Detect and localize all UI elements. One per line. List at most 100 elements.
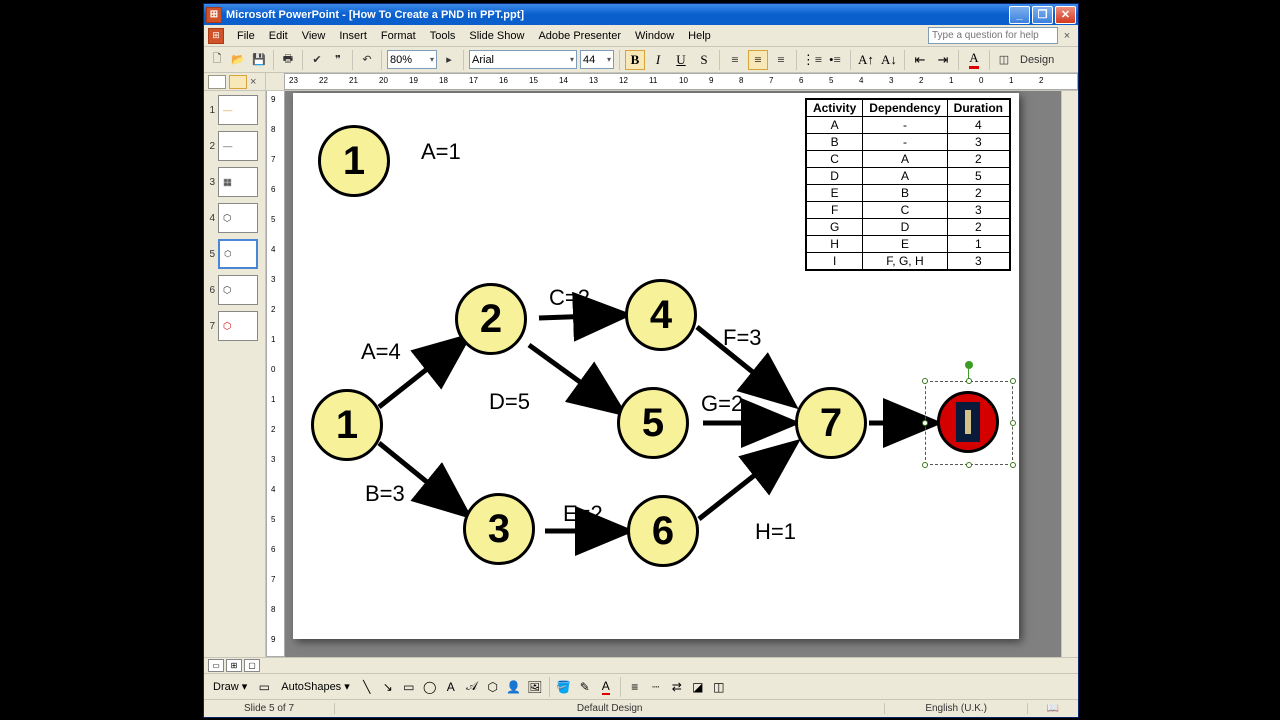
undo-button[interactable]: ↶: [358, 51, 376, 69]
edge-label-C[interactable]: C=2: [549, 285, 590, 311]
menu-edit[interactable]: Edit: [262, 27, 295, 45]
fill-color-button[interactable]: 🪣: [555, 678, 573, 696]
legend-label[interactable]: A=1: [421, 139, 461, 165]
align-left-button[interactable]: ≡: [725, 50, 745, 70]
slide-thumbnail-row[interactable]: 6⬡: [207, 275, 262, 305]
save-button[interactable]: 💾: [250, 51, 268, 69]
slide-thumbnail-row[interactable]: 3▦: [207, 167, 262, 197]
activity-table[interactable]: Activity Dependency Duration A-4B-3CA2DA…: [805, 98, 1011, 271]
bulleted-list-button[interactable]: •≡: [825, 50, 845, 70]
dash-style-button[interactable]: ┈: [647, 678, 665, 696]
slide-thumbnail-row[interactable]: 4⬡: [207, 203, 262, 233]
arrow-style-button[interactable]: ⇄: [668, 678, 686, 696]
slide-thumbnail-row[interactable]: 5⬡: [207, 239, 262, 269]
node-1[interactable]: 1: [311, 389, 383, 461]
menu-insert[interactable]: Insert: [332, 27, 374, 45]
help-pane-close-icon[interactable]: ×: [1060, 30, 1074, 42]
shadow-style-button[interactable]: ◪: [689, 678, 707, 696]
font-combo[interactable]: Arial▾: [469, 50, 577, 69]
node-2[interactable]: 2: [455, 283, 527, 355]
edge-label-A[interactable]: A=4: [361, 339, 401, 365]
slide-thumbnail-row[interactable]: 1—: [207, 95, 262, 125]
underline-button[interactable]: U: [671, 50, 691, 70]
open-button[interactable]: 📂: [229, 51, 247, 69]
italic-button[interactable]: I: [648, 50, 668, 70]
minimize-button[interactable]: _: [1009, 6, 1030, 24]
align-right-button[interactable]: ≡: [771, 50, 791, 70]
menu-slideshow[interactable]: Slide Show: [462, 27, 531, 45]
oval-tool-button[interactable]: ◯: [421, 678, 439, 696]
line-style-button[interactable]: ≡: [626, 678, 644, 696]
slide-thumbnail[interactable]: ⬡: [218, 203, 258, 233]
increase-font-button[interactable]: A↑: [856, 50, 876, 70]
slides-tab[interactable]: [229, 75, 247, 89]
legend-node[interactable]: 1: [318, 125, 390, 197]
edge-label-H[interactable]: H=1: [755, 519, 796, 545]
diagram-button[interactable]: ⬡: [484, 678, 502, 696]
outline-tab[interactable]: [208, 75, 226, 89]
vertical-ruler[interactable]: 9876543210123456789: [266, 91, 285, 657]
edge-label-G[interactable]: G=2: [701, 391, 743, 417]
increase-indent-button[interactable]: ⇥: [933, 50, 953, 70]
status-spellcheck-icon[interactable]: 📖: [1028, 703, 1078, 714]
menu-help[interactable]: Help: [681, 27, 718, 45]
toolbar-options-button[interactable]: ▸: [440, 51, 458, 69]
textbox-tool-button[interactable]: A: [442, 678, 460, 696]
zoom-combo[interactable]: 80%▾: [387, 50, 437, 69]
select-objects-button[interactable]: ▭: [255, 678, 273, 696]
maximize-button[interactable]: ❐: [1032, 6, 1053, 24]
sorter-view-button[interactable]: ⊞: [226, 659, 242, 672]
slide-canvas-area[interactable]: 1 A=1 Activity Dependency Duration A-4B-…: [285, 91, 1061, 657]
slide-thumbnail[interactable]: ⬡: [218, 275, 258, 305]
slideshow-view-button[interactable]: ▢: [244, 659, 260, 672]
slides-panel[interactable]: 1— 2— 3▦ 4⬡ 5⬡ 6⬡ 7⬡: [204, 91, 266, 657]
slide-thumbnail[interactable]: ⬡: [218, 239, 258, 269]
close-button[interactable]: ✕: [1055, 6, 1076, 24]
design-button[interactable]: Design: [1016, 54, 1058, 66]
slide-thumbnail[interactable]: —: [218, 95, 258, 125]
bold-button[interactable]: B: [625, 50, 645, 70]
rotation-handle[interactable]: [965, 361, 973, 369]
document-icon[interactable]: ⊞: [208, 28, 224, 44]
edge-label-F[interactable]: F=3: [723, 325, 762, 351]
menu-view[interactable]: View: [295, 27, 333, 45]
picture-button[interactable]: 🖼: [526, 678, 544, 696]
shadow-button[interactable]: S: [694, 50, 714, 70]
new-button[interactable]: 🗋: [208, 51, 226, 69]
font-color-draw-button[interactable]: A: [597, 678, 615, 696]
autoshapes-button[interactable]: AutoShapes ▾: [276, 679, 355, 694]
menu-file[interactable]: File: [230, 27, 262, 45]
line-color-button[interactable]: ✎: [576, 678, 594, 696]
horizontal-ruler[interactable]: /*ruler numbers drawn below via JS*/ 232…: [285, 73, 1078, 90]
node-6[interactable]: 6: [627, 495, 699, 567]
menu-adobe-presenter[interactable]: Adobe Presenter: [531, 27, 628, 45]
rectangle-tool-button[interactable]: ▭: [400, 678, 418, 696]
research-button[interactable]: ❞: [329, 51, 347, 69]
help-search-input[interactable]: [928, 27, 1058, 44]
decrease-font-button[interactable]: A↓: [879, 50, 899, 70]
align-center-button[interactable]: ≡: [748, 50, 768, 70]
node-5[interactable]: 5: [617, 387, 689, 459]
status-language[interactable]: English (U.K.): [885, 703, 1028, 714]
slide-thumbnail-row[interactable]: 2—: [207, 131, 262, 161]
line-tool-button[interactable]: ╲: [358, 678, 376, 696]
slide-thumbnail[interactable]: —: [218, 131, 258, 161]
vertical-scrollbar[interactable]: [1061, 91, 1078, 657]
draw-menu-button[interactable]: Draw ▾: [208, 679, 252, 694]
slide-thumbnail-row[interactable]: 7⬡: [207, 311, 262, 341]
normal-view-button[interactable]: ▭: [208, 659, 224, 672]
design-icon[interactable]: ◫: [995, 51, 1013, 69]
arrow-tool-button[interactable]: ↘: [379, 678, 397, 696]
font-color-button[interactable]: A: [964, 50, 984, 70]
edge-label-B[interactable]: B=3: [365, 481, 405, 507]
3d-style-button[interactable]: ◫: [710, 678, 728, 696]
edge-label-E[interactable]: E=2: [563, 501, 603, 527]
numbered-list-button[interactable]: ⋮≡: [802, 50, 822, 70]
node-end-selected[interactable]: [937, 391, 999, 453]
slide-thumbnail[interactable]: ⬡: [218, 311, 258, 341]
font-size-combo[interactable]: 44▾: [580, 50, 614, 69]
print-button[interactable]: 🖶: [279, 51, 297, 69]
spelling-button[interactable]: ✔: [308, 51, 326, 69]
edge-label-D[interactable]: D=5: [489, 389, 530, 415]
node-4[interactable]: 4: [625, 279, 697, 351]
